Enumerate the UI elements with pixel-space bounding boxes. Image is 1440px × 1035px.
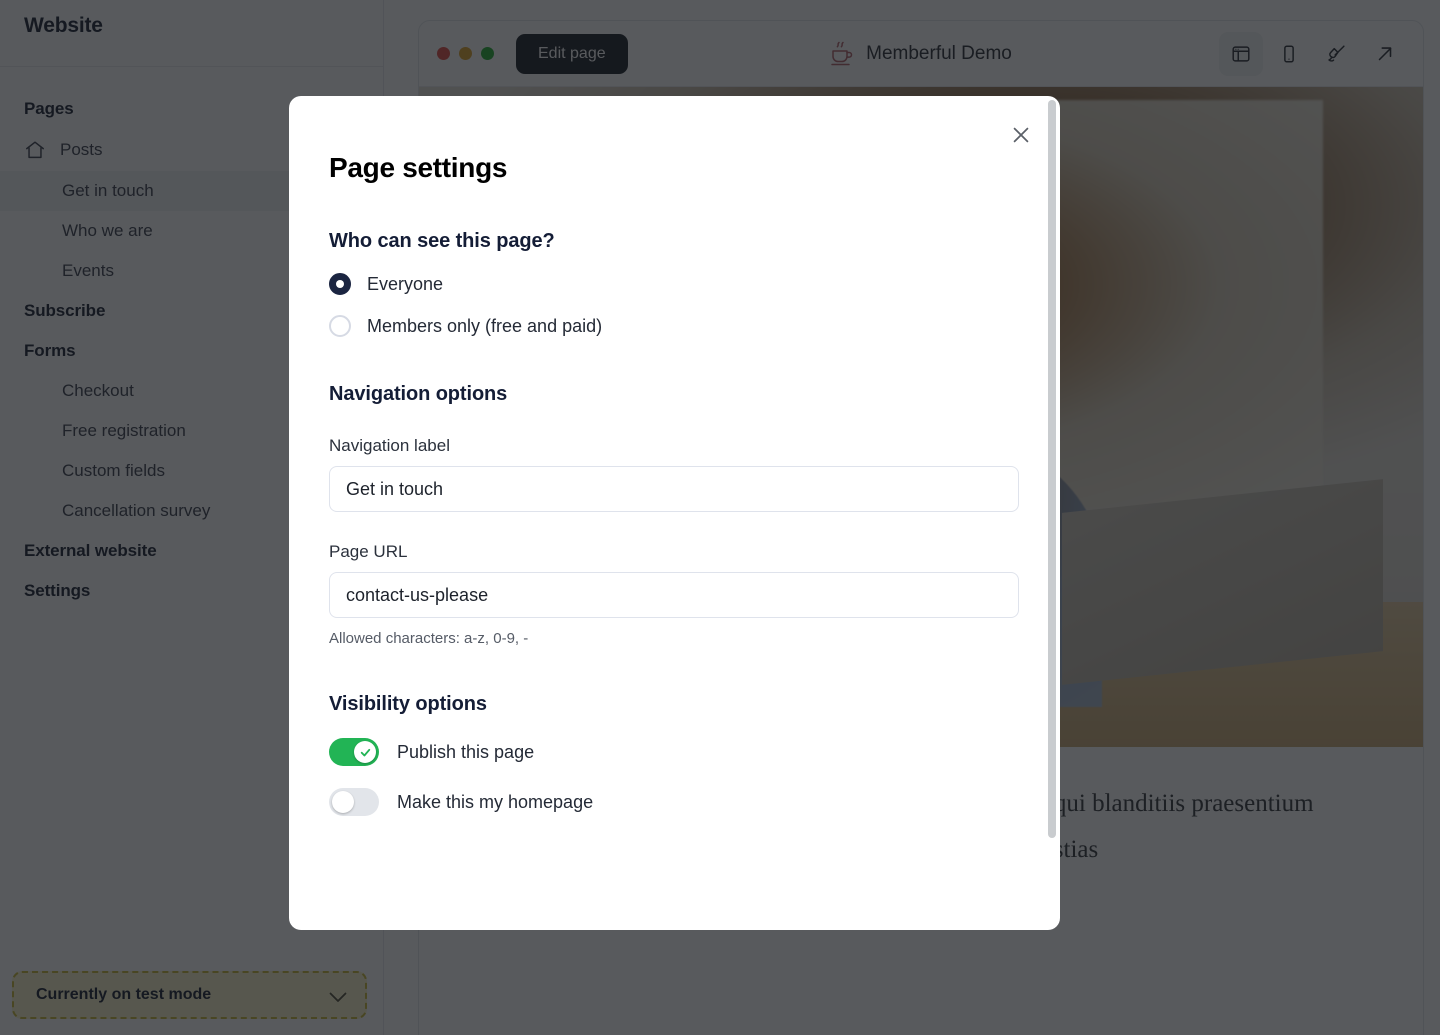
- toggle-label: Publish this page: [397, 741, 535, 762]
- toggle-row-make-homepage[interactable]: Make this my homepage: [329, 788, 1020, 816]
- app-root: Website Pages Posts Get in touch Who: [0, 0, 1440, 1035]
- radio-indicator: [329, 273, 351, 295]
- close-icon[interactable]: [1004, 118, 1038, 152]
- page-title: Page settings: [329, 152, 508, 183]
- radio-label: Members only (free and paid): [367, 315, 603, 336]
- radio-option-members-only[interactable]: Members only (free and paid): [329, 315, 1020, 337]
- modal-scrollbar-thumb[interactable]: [1048, 100, 1056, 838]
- page-settings-modal: Page settings Who can see this page? Eve…: [289, 96, 1060, 930]
- toggle-label: Make this my homepage: [397, 791, 594, 812]
- radio-indicator: [329, 315, 351, 337]
- page-url-field-label: Page URL: [329, 542, 408, 561]
- visibility-question-heading: Who can see this page?: [329, 230, 555, 252]
- homepage-toggle[interactable]: [329, 788, 379, 816]
- toggle-knob: [332, 791, 354, 813]
- radio-option-everyone[interactable]: Everyone: [329, 273, 1020, 295]
- check-icon: [360, 748, 370, 756]
- modal-content: Page settings Who can see this page? Eve…: [289, 96, 1060, 930]
- toggle-row-publish-this-page[interactable]: Publish this page: [329, 738, 1020, 766]
- navigation-label-input[interactable]: [329, 466, 1019, 512]
- page-url-input[interactable]: [329, 572, 1019, 618]
- publish-toggle[interactable]: [329, 738, 379, 766]
- radio-label: Everyone: [367, 273, 444, 294]
- toggle-knob: [354, 741, 376, 763]
- visibility-options-heading: Visibility options: [329, 693, 487, 715]
- navigation-options-heading: Navigation options: [329, 383, 508, 405]
- page-url-hint: Allowed characters: a-z, 0-9, -: [329, 630, 529, 647]
- navigation-label-field-label: Navigation label: [329, 436, 450, 455]
